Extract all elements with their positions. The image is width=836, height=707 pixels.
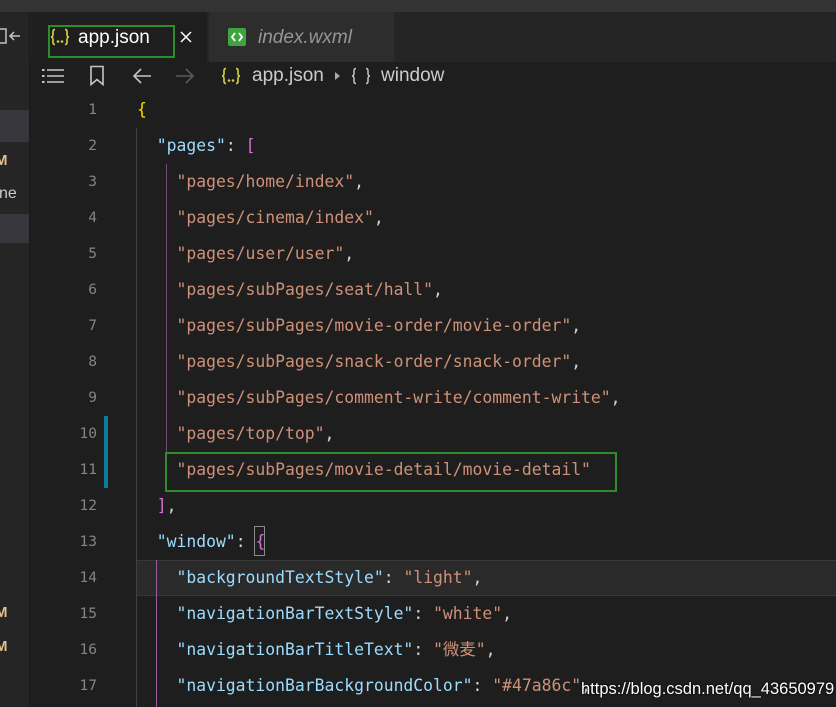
json-key: "navigationBarBackgroundColor" (176, 676, 473, 695)
modified-badge: M (0, 604, 8, 621)
punctuation: , (324, 424, 335, 443)
line-number: 9 (88, 390, 97, 406)
line-number: 4 (88, 210, 97, 226)
punctuation: , (571, 316, 582, 335)
json-string: "white" (433, 604, 503, 623)
modified-badge: M (0, 152, 8, 169)
json-string: "light" (403, 568, 473, 587)
code-line[interactable]: "pages/top/top", (137, 416, 334, 452)
json-string: "pages/top/top" (176, 424, 325, 443)
line-annotation-box (165, 452, 617, 492)
punctuation: , (485, 640, 496, 659)
code-line[interactable]: "pages/subPages/snack-order/snack-order"… (137, 344, 581, 380)
punctuation: : (235, 532, 256, 551)
json-file-icon (221, 67, 241, 85)
punctuation: , (373, 208, 384, 227)
code-line[interactable]: "pages/user/user", (137, 236, 354, 272)
json-key: "window" (156, 532, 236, 551)
code-line[interactable]: "pages": [ (137, 128, 256, 164)
punctuation: , (166, 496, 177, 515)
explorer-row-selected[interactable] (0, 110, 29, 142)
wxml-file-icon (228, 28, 246, 46)
line-number: 15 (79, 606, 97, 622)
chevron-right-icon (335, 72, 340, 80)
punctuation: : (413, 604, 434, 623)
punctuation: : (472, 676, 493, 695)
panel-collapse-icon[interactable] (0, 27, 21, 45)
breadcrumb-file[interactable]: app.json (252, 63, 324, 89)
code-line[interactable]: "navigationBarTextStyle": "white", (137, 596, 512, 632)
tab-annotation-box (48, 25, 175, 58)
json-string: "pages/subPages/snack-order/snack-order" (176, 352, 572, 371)
line-number: 7 (88, 318, 97, 334)
line-number: 6 (88, 282, 97, 298)
bookmark-icon[interactable] (89, 65, 105, 86)
punctuation: , (502, 604, 513, 623)
forward-arrow-icon[interactable] (175, 67, 195, 85)
explorer-item-label[interactable]: ne (0, 184, 17, 204)
bracket: ] (156, 496, 167, 515)
code-line[interactable]: "window": { (137, 524, 266, 560)
punctuation: , (354, 172, 364, 191)
code-line[interactable]: "pages/subPages/comment-write/comment-wr… (137, 380, 621, 416)
line-number: 17 (79, 678, 97, 694)
explorer-row-hover[interactable] (0, 214, 29, 243)
json-string: "pages/subPages/comment-write/comment-wr… (176, 388, 611, 407)
json-string: "pages/subPages/seat/hall" (176, 280, 434, 299)
line-number: 10 (79, 426, 97, 442)
json-string: "pages/user/user" (176, 244, 345, 263)
line-number: 5 (88, 246, 97, 262)
json-string: "#47a86c" (492, 676, 582, 695)
code-line[interactable]: { (137, 92, 147, 128)
object-symbol-icon (351, 67, 371, 85)
line-number: 2 (88, 138, 97, 154)
tab-label[interactable]: index.wxml (258, 24, 352, 52)
code-line[interactable]: "navigationBarBackgroundColor": "#47a86c… (137, 668, 590, 704)
punctuation: : (413, 640, 434, 659)
json-string: "pages/subPages/movie-order/movie-order" (176, 316, 572, 335)
line-number: 16 (79, 642, 97, 658)
modified-badge: M (0, 638, 8, 655)
code-line[interactable]: ], (137, 488, 177, 524)
punctuation: , (571, 352, 582, 371)
punctuation: : (225, 136, 246, 155)
outline-list-icon[interactable] (41, 68, 65, 84)
line-number: 1 (88, 102, 97, 118)
bracket: [ (245, 136, 256, 155)
line-number: 11 (79, 462, 97, 478)
line-number: 8 (88, 354, 97, 370)
punctuation: , (472, 568, 483, 587)
bracket: { (137, 100, 147, 119)
gutter-change-marker[interactable] (104, 416, 108, 488)
line-number: 12 (79, 498, 97, 514)
json-key: "backgroundTextStyle" (176, 568, 384, 587)
punctuation: , (433, 280, 443, 299)
punctuation: : (383, 568, 404, 587)
line-number: 14 (79, 570, 97, 586)
bracket: { (255, 532, 266, 551)
line-number: 13 (79, 534, 97, 550)
code-line[interactable]: "backgroundTextStyle": "light", (137, 560, 482, 596)
back-arrow-icon[interactable] (132, 67, 152, 85)
punctuation: , (344, 244, 355, 263)
watermark: https://blog.csdn.net/qq_43650979 (581, 680, 835, 698)
breadcrumb-symbol[interactable]: window (381, 63, 444, 89)
code-line[interactable]: "pages/cinema/index", (137, 200, 384, 236)
punctuation: , (610, 388, 621, 407)
line-number: 3 (88, 174, 97, 190)
json-key: "navigationBarTextStyle" (176, 604, 414, 623)
code-line[interactable]: "pages/home/index", (137, 164, 364, 200)
json-string: "pages/home/index" (176, 172, 355, 191)
title-strip (0, 0, 836, 12)
json-string: "微麦" (433, 640, 486, 659)
close-icon[interactable] (179, 30, 193, 44)
code-line[interactable]: "navigationBarTitleText": "微麦", (137, 632, 495, 668)
code-line[interactable]: "pages/subPages/movie-order/movie-order"… (137, 308, 581, 344)
json-key: "navigationBarTitleText" (176, 640, 414, 659)
code-line[interactable]: "pages/subPages/seat/hall", (137, 272, 443, 308)
json-string: "pages/cinema/index" (176, 208, 374, 227)
json-key: "pages" (156, 136, 226, 155)
